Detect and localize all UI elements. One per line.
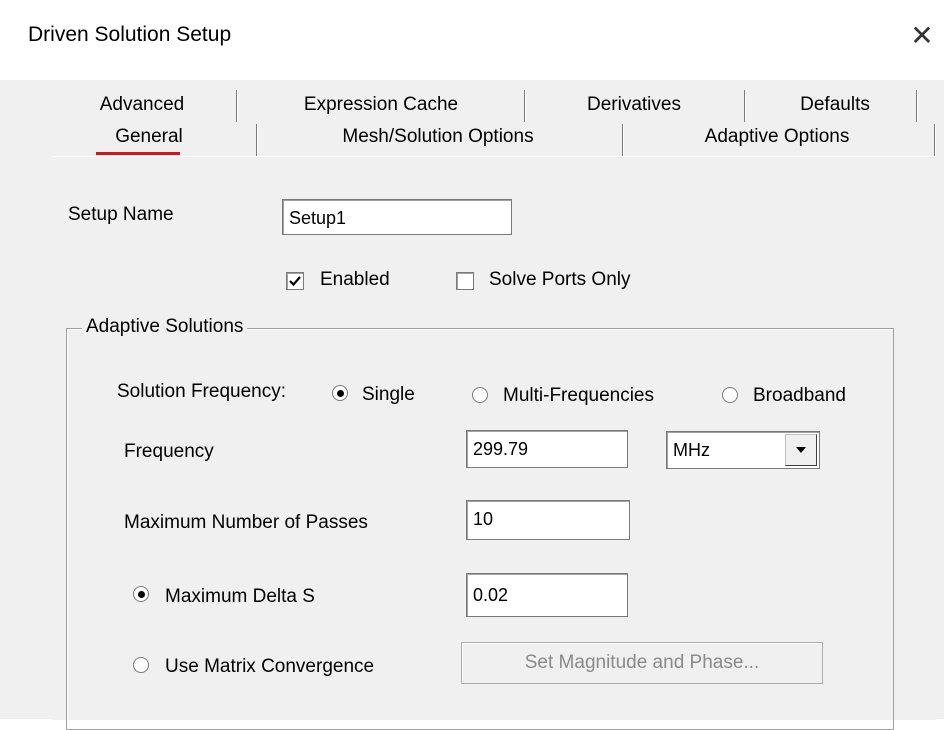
enabled-checkbox[interactable] (286, 272, 304, 290)
tab-expression-cache[interactable]: Expression Cache (240, 90, 522, 120)
tab-mesh-solution-options[interactable]: Mesh/Solution Options (260, 122, 616, 154)
set-magnitude-and-phase-button[interactable]: Set Magnitude and Phase... (461, 642, 823, 684)
close-icon: ✕ (910, 19, 934, 51)
adaptive-solutions-title: Adaptive Solutions (82, 316, 248, 338)
multi-frequencies-label: Multi-Frequencies (503, 385, 654, 406)
tab-separator (256, 124, 258, 156)
single-radio[interactable] (332, 385, 348, 401)
tab-defaults[interactable]: Defaults (748, 90, 922, 120)
max-delta-s-input[interactable]: 0.02 (466, 573, 628, 617)
max-delta-s-radio[interactable] (133, 586, 149, 602)
max-passes-label: Maximum Number of Passes (124, 512, 368, 533)
matrix-convergence-radio[interactable] (133, 657, 149, 673)
frequency-input[interactable]: 299.79 (466, 430, 628, 468)
checkmark-icon (289, 276, 301, 287)
window-title: Driven Solution Setup (28, 23, 232, 46)
tab-separator (236, 90, 238, 122)
solve-ports-only-checkbox[interactable] (456, 272, 474, 290)
tab-separator (524, 90, 526, 122)
tab-separator (934, 124, 936, 156)
single-label: Single (362, 384, 415, 405)
broadband-label: Broadband (753, 385, 846, 406)
solution-frequency-label: Solution Frequency: (117, 381, 286, 402)
frequency-unit-value: MHz (673, 440, 710, 460)
selected-tab-indicator (96, 152, 180, 155)
multi-frequencies-radio[interactable] (472, 387, 488, 403)
chevron-down-icon (796, 447, 806, 453)
enabled-label: Enabled (320, 269, 390, 290)
tab-adaptive-options[interactable]: Adaptive Options (626, 122, 928, 154)
tab-general[interactable]: General (54, 122, 244, 154)
radio-dot-icon (137, 590, 145, 598)
tab-advanced[interactable]: Advanced (54, 90, 230, 120)
frequency-unit-select[interactable]: MHz (666, 431, 820, 469)
matrix-convergence-label: Use Matrix Convergence (165, 656, 375, 677)
tab-separator (916, 90, 918, 122)
tab-separator (622, 124, 624, 156)
frequency-label: Frequency (124, 441, 214, 462)
broadband-radio[interactable] (722, 387, 738, 403)
max-passes-input[interactable]: 10 (466, 500, 630, 540)
max-delta-s-label: Maximum Delta S (165, 586, 315, 607)
solve-ports-only-label: Solve Ports Only (489, 269, 631, 290)
radio-dot-icon (336, 389, 344, 397)
dropdown-button[interactable] (785, 434, 817, 466)
setup-name-input[interactable]: Setup1 (282, 199, 512, 235)
tab-separator (744, 90, 746, 122)
tab-derivatives[interactable]: Derivatives (528, 90, 740, 120)
setup-name-label: Setup Name (68, 204, 174, 225)
close-button[interactable]: ✕ (906, 19, 938, 51)
